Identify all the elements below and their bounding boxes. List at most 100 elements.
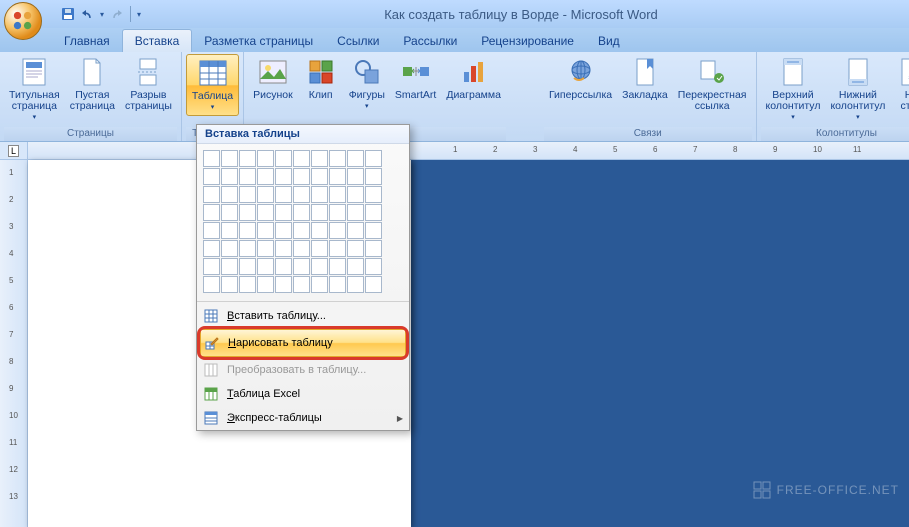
grid-cell[interactable] — [257, 240, 274, 257]
header-button[interactable]: Верхний колонтитул▾ — [761, 54, 826, 125]
menu-excel-table[interactable]: Таблица Excel — [197, 382, 409, 406]
grid-cell[interactable] — [365, 168, 382, 185]
grid-cell[interactable] — [365, 186, 382, 203]
grid-cell[interactable] — [293, 168, 310, 185]
picture-button[interactable]: Рисунок — [248, 54, 298, 103]
grid-cell[interactable] — [293, 222, 310, 239]
tab-mail[interactable]: Рассылки — [391, 30, 469, 52]
blank-page-button[interactable]: Пустая страница — [65, 54, 120, 114]
grid-cell[interactable] — [239, 258, 256, 275]
grid-cell[interactable] — [293, 276, 310, 293]
grid-cell[interactable] — [365, 258, 382, 275]
grid-cell[interactable] — [293, 204, 310, 221]
grid-cell[interactable] — [275, 204, 292, 221]
grid-cell[interactable] — [257, 204, 274, 221]
grid-cell[interactable] — [257, 258, 274, 275]
grid-cell[interactable] — [239, 240, 256, 257]
grid-cell[interactable] — [257, 168, 274, 185]
grid-cell[interactable] — [347, 258, 364, 275]
grid-cell[interactable] — [329, 168, 346, 185]
office-button[interactable] — [4, 2, 42, 40]
smartart-button[interactable]: SmartArt — [390, 54, 441, 103]
grid-cell[interactable] — [329, 240, 346, 257]
grid-cell[interactable] — [203, 150, 220, 167]
save-icon[interactable] — [60, 6, 76, 22]
grid-cell[interactable] — [311, 276, 328, 293]
grid-cell[interactable] — [347, 276, 364, 293]
grid-cell[interactable] — [347, 240, 364, 257]
footer-button[interactable]: Нижний колонтитул▾ — [825, 54, 890, 125]
tab-selector-icon[interactable]: L — [8, 145, 19, 157]
grid-cell[interactable] — [239, 150, 256, 167]
menu-draw-table[interactable]: Нарисовать таблицу — [200, 329, 406, 357]
ruler-corner[interactable]: L — [0, 142, 28, 160]
grid-cell[interactable] — [203, 222, 220, 239]
grid-cell[interactable] — [329, 186, 346, 203]
grid-cell[interactable] — [275, 168, 292, 185]
grid-cell[interactable] — [365, 150, 382, 167]
grid-cell[interactable] — [347, 168, 364, 185]
grid-cell[interactable] — [293, 258, 310, 275]
grid-cell[interactable] — [329, 150, 346, 167]
grid-cell[interactable] — [221, 204, 238, 221]
grid-cell[interactable] — [257, 186, 274, 203]
grid-cell[interactable] — [275, 276, 292, 293]
grid-cell[interactable] — [239, 222, 256, 239]
grid-cell[interactable] — [347, 204, 364, 221]
grid-cell[interactable] — [329, 204, 346, 221]
grid-cell[interactable] — [203, 240, 220, 257]
redo-icon[interactable] — [108, 6, 124, 22]
vertical-ruler[interactable]: 12345678910111213 — [0, 160, 28, 527]
pagenum-button[interactable]: # Но стра — [890, 54, 909, 114]
tab-view[interactable]: Вид — [586, 30, 632, 52]
grid-cell[interactable] — [221, 240, 238, 257]
grid-cell[interactable] — [221, 258, 238, 275]
grid-cell[interactable] — [347, 150, 364, 167]
grid-cell[interactable] — [239, 276, 256, 293]
grid-cell[interactable] — [311, 204, 328, 221]
grid-cell[interactable] — [311, 222, 328, 239]
menu-insert-table[interactable]: Вставить таблицу... — [197, 304, 409, 328]
cover-page-button[interactable]: Титульная страница▾ — [4, 54, 65, 125]
bookmark-button[interactable]: Закладка — [617, 54, 673, 103]
menu-quick-tables[interactable]: Экспресс-таблицы ▶ — [197, 406, 409, 430]
tab-refs[interactable]: Ссылки — [325, 30, 391, 52]
grid-cell[interactable] — [257, 276, 274, 293]
undo-icon[interactable] — [80, 6, 96, 22]
tab-home[interactable]: Главная — [52, 30, 122, 52]
grid-cell[interactable] — [293, 240, 310, 257]
horizontal-ruler[interactable]: 11234567891011 — [28, 142, 909, 160]
hyperlink-button[interactable]: Гиперссылка — [544, 54, 617, 103]
grid-cell[interactable] — [365, 222, 382, 239]
grid-cell[interactable] — [203, 204, 220, 221]
table-button[interactable]: Таблица▾ — [186, 54, 239, 116]
grid-cell[interactable] — [311, 150, 328, 167]
tab-insert[interactable]: Вставка — [122, 29, 193, 52]
undo-dropdown-icon[interactable]: ▾ — [100, 10, 104, 19]
grid-cell[interactable] — [347, 222, 364, 239]
grid-cell[interactable] — [275, 150, 292, 167]
grid-cell[interactable] — [365, 276, 382, 293]
clip-button[interactable]: Клип — [298, 54, 344, 103]
grid-cell[interactable] — [329, 222, 346, 239]
grid-cell[interactable] — [221, 222, 238, 239]
grid-cell[interactable] — [365, 204, 382, 221]
grid-cell[interactable] — [239, 186, 256, 203]
grid-cell[interactable] — [311, 258, 328, 275]
grid-cell[interactable] — [221, 150, 238, 167]
grid-cell[interactable] — [311, 240, 328, 257]
crossref-button[interactable]: Перекрестная ссылка — [673, 54, 752, 114]
grid-cell[interactable] — [257, 222, 274, 239]
grid-cell[interactable] — [203, 168, 220, 185]
grid-cell[interactable] — [203, 276, 220, 293]
grid-cell[interactable] — [311, 168, 328, 185]
grid-cell[interactable] — [329, 258, 346, 275]
grid-cell[interactable] — [221, 168, 238, 185]
chart-button[interactable]: Диаграмма — [441, 54, 506, 103]
grid-cell[interactable] — [203, 258, 220, 275]
grid-cell[interactable] — [221, 276, 238, 293]
grid-cell[interactable] — [293, 186, 310, 203]
grid-cell[interactable] — [365, 240, 382, 257]
grid-cell[interactable] — [275, 240, 292, 257]
shapes-button[interactable]: Фигуры▾ — [344, 54, 390, 114]
